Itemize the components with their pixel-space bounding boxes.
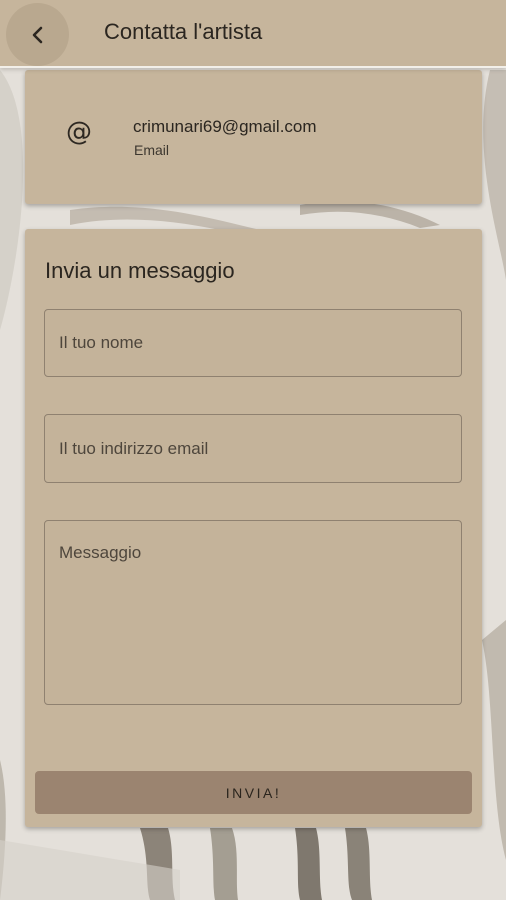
chevron-left-icon [32, 26, 42, 43]
contact-email-value: crimunari69@gmail.com [133, 117, 317, 136]
email-field[interactable] [44, 414, 462, 483]
form-title: Invia un messaggio [45, 258, 235, 283]
page-title: Contatta l'artista [104, 19, 263, 44]
name-field[interactable] [44, 309, 462, 377]
back-button[interactable] [6, 3, 69, 66]
message-field[interactable] [44, 520, 462, 705]
top-app-bar: Contatta l'artista [0, 0, 506, 68]
message-form-card: Invia un messaggio INVIA! [25, 229, 482, 827]
contact-email-card[interactable]: @ crimunari69@gmail.com Email [25, 70, 482, 204]
send-button[interactable]: INVIA! [35, 771, 472, 814]
contact-email-label: Email [134, 142, 170, 158]
at-sign-icon: @ [66, 117, 92, 147]
